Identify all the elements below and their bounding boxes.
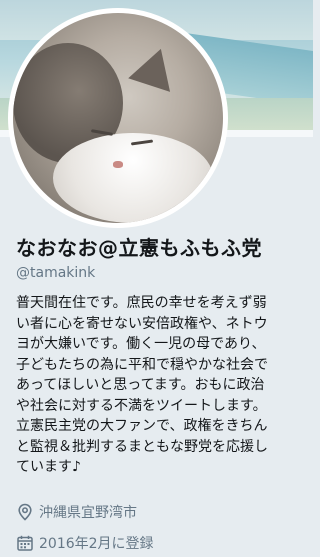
profile-location: 沖縄県宜野湾市: [16, 502, 137, 522]
bio-line: い者に心を寄せない安倍政権や、ネトウ: [16, 315, 268, 332]
calendar-icon: [16, 534, 34, 552]
profile-display-name: なおなお@立憲もふもふ党: [16, 236, 262, 260]
bio-line: 子どもたちの為に平和で穏やかな社会で: [16, 356, 268, 373]
joined-text: 2016年2月に登録: [39, 536, 154, 552]
avatar-cat-ear: [128, 42, 182, 92]
avatar-cat-chest: [53, 133, 213, 223]
profile-handle[interactable]: @tamakink: [16, 265, 95, 281]
bio-line: 普天間在住です。庶民の幸せを考えず弱: [16, 295, 267, 311]
bio-line: と監視＆批判するまともな野党を応援し: [16, 438, 268, 455]
location-text: 沖縄県宜野湾市: [39, 505, 137, 521]
bio-line: や社会に対する不満をツイートします。: [16, 397, 267, 414]
profile-avatar[interactable]: [8, 8, 228, 228]
bio-line: 立憲民主党の大ファンで、政権をきちん: [16, 418, 268, 434]
profile-bio: 普天間在住です。庶民の幸せを考えず弱 い者に心を寄せない安倍政権や、ネトウ ヨが…: [16, 293, 304, 478]
bio-line: ヨが大嫌いです。働く一児の母であり、: [16, 336, 266, 352]
location-pin-icon: [16, 503, 34, 521]
avatar-cat-nose: [113, 161, 123, 168]
bio-line: ています♪: [16, 459, 81, 475]
bio-line: あってほしいと思ってます。おもに政治: [16, 377, 265, 393]
profile-joined-date: 2016年2月に登録: [16, 533, 154, 553]
